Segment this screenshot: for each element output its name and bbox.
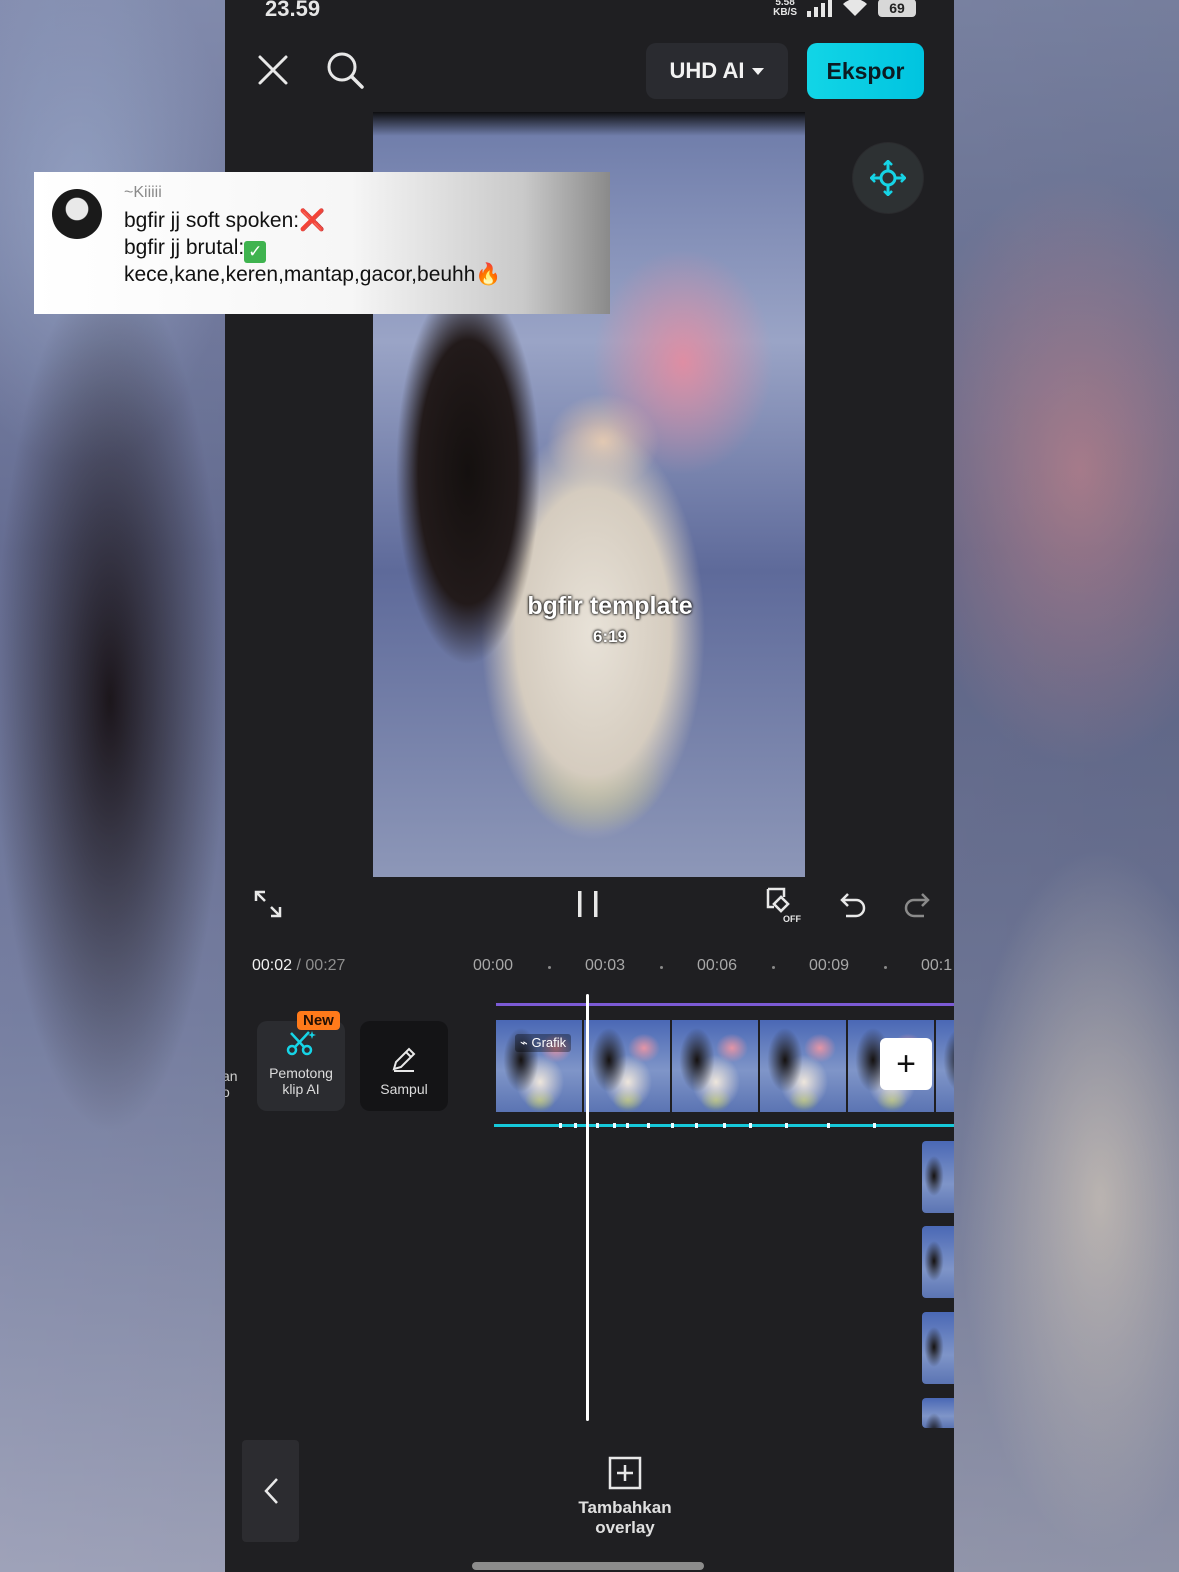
fire-icon: 🔥: [475, 263, 502, 286]
comment-username: ~Kiiiii: [124, 184, 162, 201]
ai-clip-cutter-button[interactable]: Pemotong klip AI: [257, 1021, 345, 1111]
close-icon[interactable]: [251, 48, 295, 92]
cross-mark-icon: ❌: [299, 209, 326, 232]
network-speed-unit: KB/S: [773, 7, 797, 18]
ruler-mark: 00:06: [697, 957, 738, 974]
plus-square-icon: [608, 1456, 642, 1490]
ruler-mark: 00:09: [809, 957, 850, 974]
cover-button[interactable]: Sampul: [360, 1021, 448, 1111]
video-clip-thumbnail[interactable]: [672, 1020, 760, 1112]
partial-tool-label-line: an: [225, 1068, 238, 1084]
pencil-icon: [392, 1047, 416, 1072]
video-clip-thumbnail[interactable]: [584, 1020, 672, 1112]
comment-line-3-text: kece,kane,keren,mantap,gacor,beuhh: [124, 263, 476, 286]
status-time: 23.59: [265, 0, 321, 21]
status-bar: 23.59 5.58 KB/S 69: [225, 0, 954, 26]
chevron-left-icon: [263, 1478, 278, 1504]
overlay-clip-thumbnail[interactable]: [922, 1141, 954, 1213]
ruler-mark: 00:03: [585, 957, 626, 974]
time-readout: 00:02 / 00:27: [252, 957, 345, 975]
graph-tag[interactable]: ⌁ Grafik: [515, 1034, 572, 1052]
pause-icon[interactable]: [566, 882, 610, 926]
video-clip-thumbnail[interactable]: [760, 1020, 848, 1112]
total-time: / 00:27: [296, 957, 346, 974]
ai-move-button[interactable]: [853, 143, 923, 213]
playhead[interactable]: [586, 994, 589, 1421]
comment-line-1-text: bgfir jj soft spoken:: [124, 209, 300, 232]
watermark-subtitle: 6:19: [592, 627, 628, 646]
network-speed: 5.58 KB/S: [773, 0, 797, 18]
comment-line-2-text: bgfir jj brutal:: [124, 236, 245, 259]
add-clip-button[interactable]: +: [880, 1038, 932, 1090]
comment-overlay: ~Kiiiii bgfir jj soft spoken:❌ bgfir jj …: [34, 172, 610, 314]
preview-watermark: bgfir template 6:19: [510, 592, 710, 647]
audio-track-line: [496, 1003, 954, 1006]
scissors-ai-icon: [286, 1031, 316, 1056]
quality-dropdown[interactable]: UHD AI: [646, 43, 788, 99]
search-icon[interactable]: [323, 48, 367, 92]
ai-move-icon: [870, 160, 906, 196]
graph-icon: ⌁: [520, 1035, 528, 1050]
cover-label: Sampul: [380, 1081, 428, 1097]
graph-tag-label: Grafik: [531, 1035, 567, 1050]
overlay-clip-thumbnail[interactable]: [922, 1398, 954, 1428]
status-indicators: 5.58 KB/S 69: [773, 0, 916, 18]
ruler-mark: 00:1: [921, 957, 953, 974]
add-overlay-label: overlay: [595, 1518, 655, 1537]
comment-line-3: kece,kane,keren,mantap,gacor,beuhh🔥: [124, 263, 502, 287]
add-overlay-label: Tambahkan: [578, 1498, 672, 1517]
caret-down-icon: [752, 67, 765, 75]
comment-line-1: bgfir jj soft spoken:❌: [124, 209, 325, 233]
back-button[interactable]: [242, 1440, 299, 1542]
comment-line-2: bgfir jj brutal: ✓: [124, 236, 267, 263]
keyframe-off-icon[interactable]: OFF: [761, 882, 805, 926]
redo-icon[interactable]: [895, 882, 939, 926]
current-time: 00:02: [252, 957, 293, 974]
overlay-clip-thumbnail[interactable]: [922, 1226, 954, 1298]
wifi-icon: [843, 0, 867, 16]
quality-label: UHD AI: [669, 58, 745, 83]
battery-icon: 69: [878, 0, 916, 17]
partial-tool-label-line: o: [225, 1084, 230, 1100]
fullscreen-icon[interactable]: [246, 882, 290, 926]
add-overlay-button[interactable]: Tambahkan overlay: [555, 1456, 695, 1538]
new-badge: New: [297, 1011, 340, 1030]
video-clip-thumbnail[interactable]: [936, 1020, 954, 1112]
partial-tool-label[interactable]: an o: [225, 1068, 238, 1100]
home-indicator: [472, 1562, 704, 1570]
check-mark-icon: ✓: [244, 241, 267, 263]
ai-clip-cutter-label: klip AI: [282, 1081, 320, 1097]
ai-clip-cutter-label: Pemotong: [269, 1065, 333, 1081]
undo-icon[interactable]: [831, 882, 875, 926]
svg-text:OFF: OFF: [783, 914, 801, 923]
avatar: [52, 189, 102, 239]
overlay-clip-thumbnail[interactable]: [922, 1312, 954, 1384]
watermark-title: bgfir template: [527, 592, 693, 620]
signal-icon: [807, 0, 832, 17]
ruler-mark: 00:00: [473, 957, 514, 974]
export-button[interactable]: Ekspor: [807, 43, 924, 99]
